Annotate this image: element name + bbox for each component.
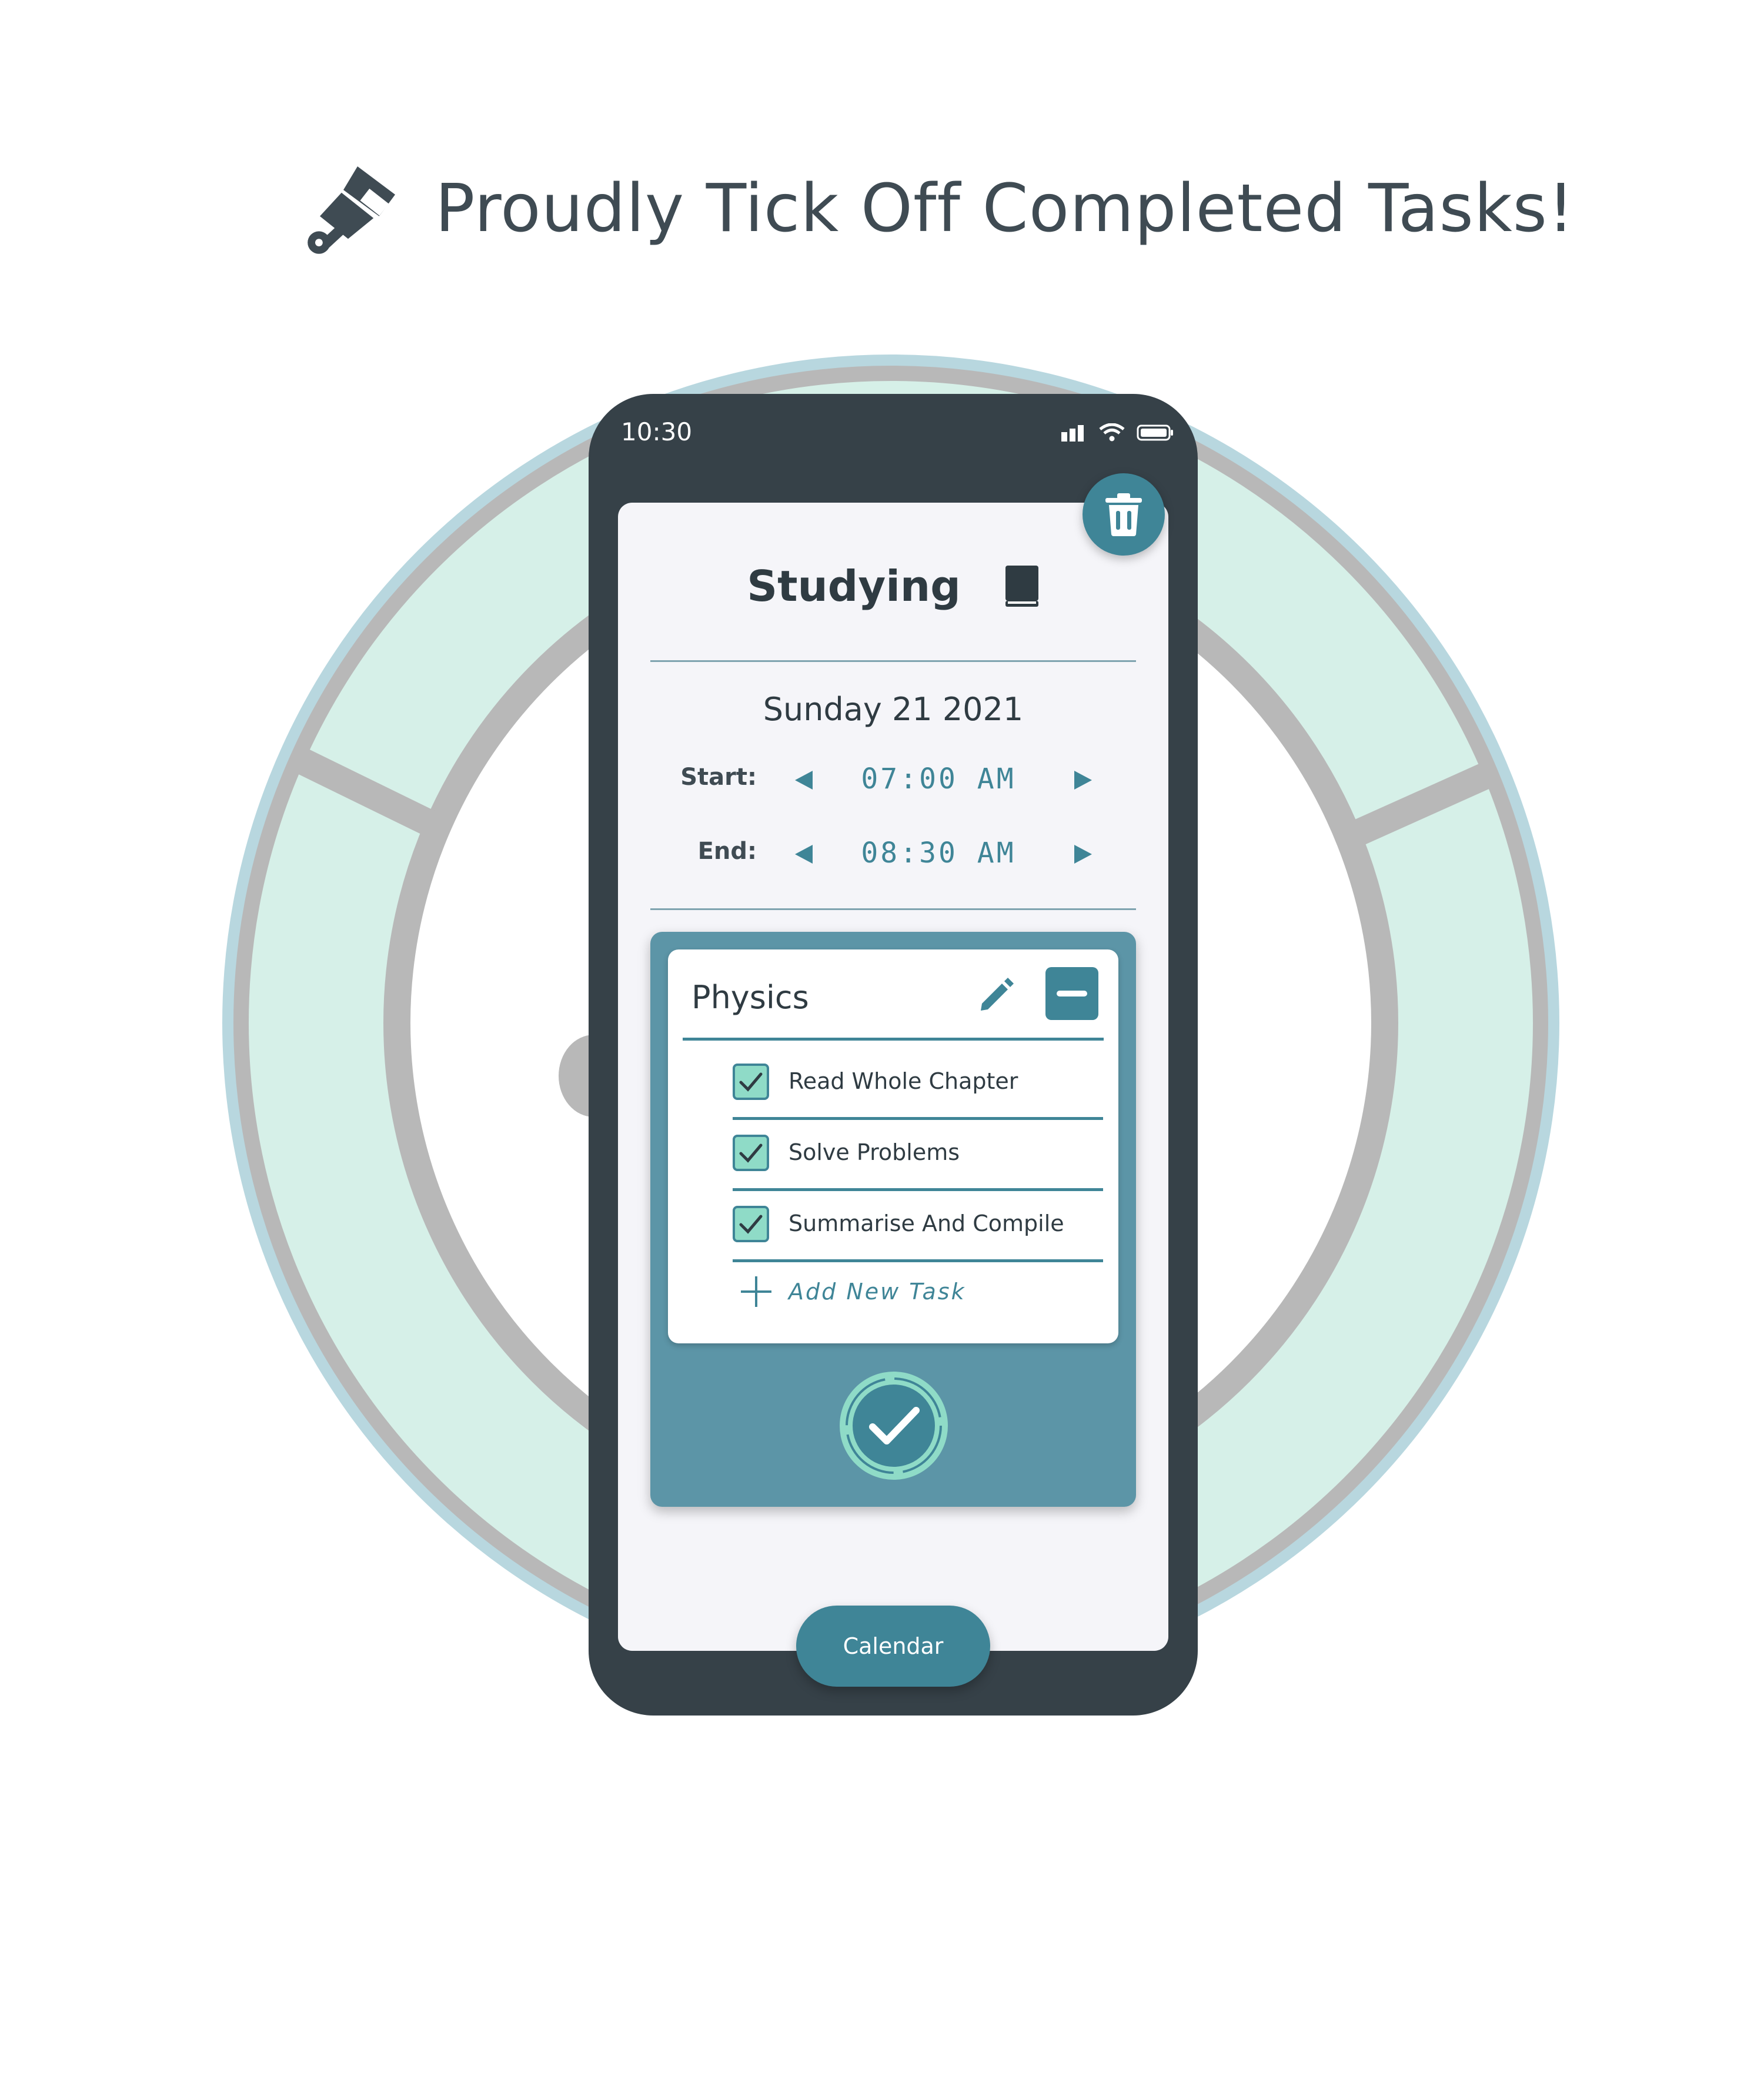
start-increase-arrow-icon[interactable] <box>1071 768 1094 792</box>
task-group-title: Physics <box>691 979 809 1016</box>
minus-icon <box>1057 991 1087 997</box>
page-heading: Proudly Tick Off Completed Tasks! <box>306 159 1575 259</box>
status-icons <box>1061 423 1174 442</box>
divider <box>650 660 1136 662</box>
task-label: Solve Problems <box>789 1139 960 1165</box>
wifi-icon <box>1099 423 1125 442</box>
task-checkbox[interactable] <box>733 1206 769 1242</box>
pencil-icon[interactable] <box>975 974 1017 1016</box>
battery-icon <box>1137 424 1173 441</box>
task-panel: Physics Read Whole Chapter Solve Problem… <box>650 932 1136 1507</box>
task-item: Summarise And Compile <box>733 1193 1103 1262</box>
add-task-button[interactable]: Add New Task <box>733 1267 1085 1320</box>
start-time-value: 07:00 AM <box>861 763 1016 795</box>
collapse-button[interactable] <box>1045 967 1098 1020</box>
task-checkbox[interactable] <box>733 1064 769 1100</box>
date-label: Sunday 21 2021 <box>763 691 1024 728</box>
delete-button[interactable] <box>1083 473 1165 556</box>
calendar-button[interactable]: Calendar <box>796 1606 990 1687</box>
phone-frame: 10:30 Studying Sunday 21 2021 Start: 07:… <box>589 394 1198 1716</box>
plus-icon <box>741 1276 771 1307</box>
task-card: Physics Read Whole Chapter Solve Problem… <box>668 949 1118 1343</box>
task-label: Summarise And Compile <box>789 1210 1064 1236</box>
task-item: Read Whole Chapter <box>733 1051 1103 1120</box>
task-divider <box>733 1188 1103 1191</box>
task-divider <box>733 1117 1103 1120</box>
task-label: Read Whole Chapter <box>789 1068 1018 1094</box>
start-label: Start: <box>680 764 757 791</box>
checkmark-icon <box>739 1215 763 1234</box>
trash-icon <box>1105 493 1142 536</box>
end-time-row: End: 08:30 AM <box>618 831 1168 878</box>
add-task-label: Add New Task <box>789 1279 966 1305</box>
task-checkbox[interactable] <box>733 1135 769 1171</box>
divider <box>650 908 1136 910</box>
end-time-value: 08:30 AM <box>861 837 1016 870</box>
status-time: 10:30 <box>621 417 693 446</box>
card-divider <box>683 1038 1104 1041</box>
checkmark-icon <box>739 1143 763 1163</box>
end-label: End: <box>697 838 757 865</box>
checkmark-icon <box>739 1072 763 1092</box>
title-row: Studying <box>618 561 1168 611</box>
task-divider <box>733 1259 1103 1262</box>
end-increase-arrow-icon[interactable] <box>1071 842 1094 866</box>
paint-brush-icon <box>308 166 395 254</box>
complete-check-button[interactable] <box>836 1368 951 1483</box>
book-icon <box>1005 566 1038 607</box>
task-item: Solve Problems <box>733 1122 1103 1191</box>
heading-text: Proudly Tick Off Completed Tasks! <box>435 170 1575 247</box>
app-screen: Studying Sunday 21 2021 Start: 07:00 AM … <box>618 473 1168 1687</box>
start-time-row: Start: 07:00 AM <box>618 757 1168 804</box>
page-title: Studying <box>747 561 961 611</box>
signal-icon <box>1061 425 1084 442</box>
